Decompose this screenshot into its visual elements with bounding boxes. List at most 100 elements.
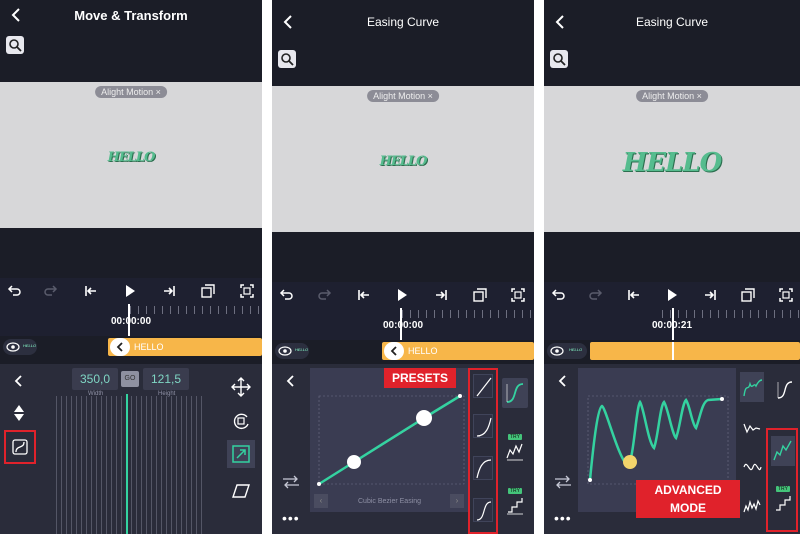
collapse-chevron-icon[interactable] — [284, 374, 298, 388]
hello-text-layer[interactable]: HELLO — [380, 154, 428, 169]
control-point[interactable] — [623, 455, 637, 469]
watermark-chip[interactable]: Alight Motion × — [636, 90, 708, 102]
preset-ease-out[interactable] — [473, 456, 493, 480]
layer-track: HELLO HELLO — [0, 336, 262, 358]
link-dimensions-button[interactable]: GO — [121, 371, 139, 387]
fit-screen-icon[interactable] — [509, 286, 527, 304]
prev-easing-button[interactable]: ‹ — [314, 494, 328, 508]
undo-icon[interactable] — [277, 286, 295, 304]
end-point — [720, 397, 724, 401]
end-point — [458, 394, 462, 398]
canvas-bottom-area — [272, 232, 534, 282]
scale-tool-selected[interactable] — [227, 440, 255, 468]
loop-icon[interactable] — [199, 282, 217, 300]
zoom-icon[interactable] — [550, 50, 568, 68]
fit-screen-icon[interactable] — [777, 286, 795, 304]
zoom-icon[interactable] — [6, 36, 24, 54]
clip-handle[interactable] — [384, 342, 404, 360]
start-point — [588, 478, 592, 482]
play-icon[interactable] — [393, 286, 411, 304]
bezier-curve-plot[interactable] — [310, 368, 468, 512]
hello-text-layer[interactable]: HELLO — [108, 150, 156, 165]
back-chevron-icon[interactable] — [552, 13, 570, 31]
easing-editor: ••• ADVANCED MODE TRY — [544, 364, 800, 534]
layer-visibility-toggle[interactable]: HELLO — [275, 343, 309, 359]
collapse-chevron-icon[interactable] — [556, 374, 570, 388]
width-field[interactable]: 350,0 — [72, 368, 118, 390]
zoom-icon[interactable] — [278, 50, 296, 68]
move-icon[interactable] — [230, 376, 252, 398]
play-icon[interactable] — [663, 286, 681, 304]
bezier-mode-selected[interactable] — [502, 378, 528, 408]
stepped-mode-icon[interactable] — [772, 492, 794, 514]
fit-screen-icon[interactable] — [238, 282, 256, 300]
preview-canvas[interactable]: Alight Motion × HELLO — [544, 86, 800, 232]
advanced-mode-label-line2: MODE — [670, 501, 706, 515]
control-point-2[interactable] — [416, 410, 432, 426]
layer-clip[interactable] — [590, 342, 800, 360]
jump-start-icon[interactable] — [625, 286, 643, 304]
swap-keyframes-icon[interactable] — [552, 474, 574, 490]
preview-canvas[interactable]: Alight Motion × HELLO — [272, 86, 534, 232]
control-point-1[interactable] — [347, 455, 361, 469]
undo-icon[interactable] — [5, 282, 23, 300]
timecode: 00:00:00 — [110, 316, 152, 327]
more-options-button[interactable]: ••• — [282, 510, 300, 526]
noise-mode-icon[interactable] — [741, 496, 763, 518]
redo-icon[interactable] — [42, 282, 60, 300]
timeline-ruler[interactable]: 00:00:00 — [0, 304, 262, 336]
layer-visibility-toggle[interactable]: HELLO — [3, 339, 37, 355]
play-icon[interactable] — [121, 282, 139, 300]
timecode: 00:00:21 — [651, 320, 693, 331]
stepped-mode-icon[interactable] — [504, 494, 526, 516]
preview-canvas[interactable]: Alight Motion × HELLO — [0, 82, 262, 228]
layer-thumb-label: HELLO — [295, 347, 309, 352]
layer-clip[interactable]: HELLO — [108, 338, 262, 356]
wave-mode-icon[interactable] — [741, 456, 763, 478]
collapse-chevron-icon[interactable] — [12, 374, 26, 388]
preset-ease-in[interactable] — [473, 414, 493, 438]
more-options-button[interactable]: ••• — [554, 510, 572, 526]
back-chevron-icon[interactable] — [280, 13, 298, 31]
scale-dial[interactable] — [56, 396, 206, 534]
skew-icon[interactable] — [230, 480, 252, 502]
jump-end-icon[interactable] — [432, 286, 450, 304]
next-easing-button[interactable]: › — [450, 494, 464, 508]
jump-end-icon[interactable] — [160, 282, 178, 300]
undo-icon[interactable] — [549, 286, 567, 304]
timeline-ruler[interactable]: 00:00:00 — [272, 308, 534, 340]
layer-clip[interactable]: HELLO — [382, 342, 534, 360]
keyframe-diamond-icon[interactable] — [12, 404, 26, 422]
hello-text-layer[interactable]: HELLO — [623, 148, 723, 178]
rotate-icon[interactable] — [230, 410, 252, 432]
timeline-ruler[interactable]: 00:00:21 — [544, 308, 800, 340]
clip-handle[interactable] — [110, 338, 130, 356]
bezier-mode-icon[interactable] — [774, 378, 796, 402]
layer-visibility-toggle[interactable]: HELLO — [547, 343, 587, 359]
preset-linear[interactable] — [473, 374, 493, 398]
jump-start-icon[interactable] — [82, 282, 100, 300]
loop-icon[interactable] — [739, 286, 757, 304]
height-field[interactable]: 121,5 — [143, 368, 189, 390]
redo-icon[interactable] — [587, 286, 605, 304]
loop-icon[interactable] — [471, 286, 489, 304]
advanced-graph-selected[interactable] — [771, 436, 795, 466]
watermark-chip[interactable]: Alight Motion × — [95, 86, 167, 98]
back-chevron-icon[interactable] — [8, 6, 26, 24]
easing-graph[interactable]: Cubic Bezier Easing ‹ › — [310, 368, 468, 512]
preset-ease-in-out[interactable] — [473, 498, 493, 522]
transport-controls — [0, 278, 262, 304]
top-bar: Easing Curve — [272, 0, 534, 44]
easing-curve-icon[interactable] — [10, 437, 30, 457]
swap-keyframes-icon[interactable] — [280, 474, 302, 490]
jump-end-icon[interactable] — [701, 286, 719, 304]
mode-elastic-selected[interactable] — [740, 372, 764, 402]
graph-mode-icon[interactable] — [504, 440, 526, 462]
easing-caption: Cubic Bezier Easing — [358, 498, 422, 505]
watermark-chip[interactable]: Alight Motion × — [367, 90, 439, 102]
redo-icon[interactable] — [316, 286, 334, 304]
elastic-mode-icon — [743, 379, 763, 397]
jump-start-icon[interactable] — [355, 286, 373, 304]
tutorial-composite: Move & Transform Alight Motion × HELLO 0… — [0, 0, 800, 534]
bounce-mode-icon[interactable] — [741, 416, 763, 438]
